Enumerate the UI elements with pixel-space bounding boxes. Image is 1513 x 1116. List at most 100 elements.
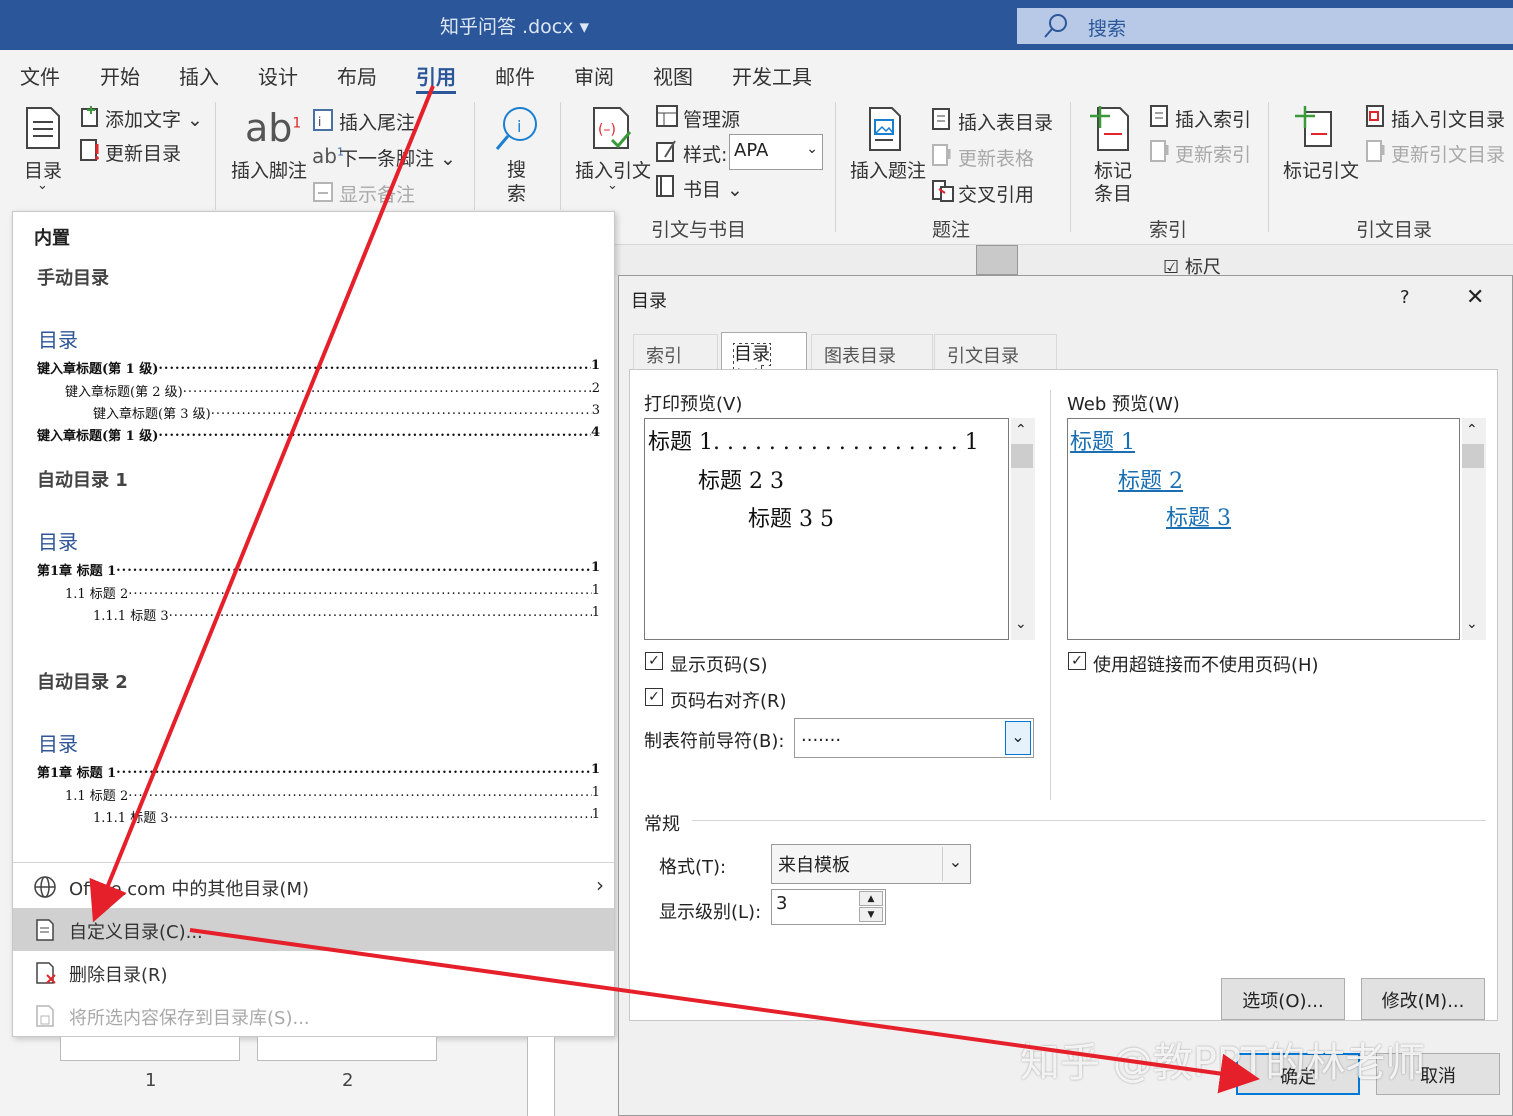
web-preview-scrollbar[interactable]: ⌃ ⌄	[1462, 418, 1486, 640]
tab-table-of-figures[interactable]: 图表目录(F)	[811, 334, 933, 389]
web-preview-link[interactable]: 标题 2	[1118, 463, 1183, 495]
spinner-up-icon[interactable]: ▲	[859, 891, 883, 906]
insert-citation-chevron-icon[interactable]: ⌄	[607, 178, 618, 193]
remove-toc-menu-item[interactable]: 删除目录(R)	[13, 951, 614, 994]
group-captions-label: 题注	[932, 219, 971, 241]
auto-toc-1-line: 第1章 标题 1................................…	[37, 560, 600, 579]
web-preview-link[interactable]: 标题 1	[1070, 424, 1135, 456]
update-authorities-icon	[1366, 140, 1385, 162]
more-toc-office-menu-item[interactable]: Office.com 中的其他目录(M) ›	[13, 865, 614, 908]
tab-index[interactable]: 索引(X)	[633, 334, 718, 389]
search-button-line2[interactable]: 索	[507, 179, 526, 206]
auto-toc-2-line: 第1章 标题 1................................…	[37, 762, 600, 781]
document-title[interactable]: 知乎问答 .docx ▾	[440, 12, 589, 39]
use-hyperlinks-label: 使用超链接而不使用页码(H)	[1093, 655, 1319, 676]
chevron-right-icon: ›	[596, 873, 604, 897]
print-preview-scrollbar[interactable]: ⌃ ⌄	[1011, 418, 1035, 640]
tab-insert[interactable]: 插入	[179, 61, 219, 90]
save-to-gallery-menu-item[interactable]: 将所选内容保存到目录库(S)...	[13, 994, 614, 1037]
spinner-down-icon[interactable]: ▼	[859, 907, 883, 922]
manual-toc-line: 键入章标题(第 1 级)............................…	[37, 358, 600, 377]
manage-sources-button[interactable]: 管理源	[683, 105, 740, 132]
options-button[interactable]: 选项(O)...	[1221, 978, 1345, 1020]
manual-toc-line: 键入章标题(第 1 级)............................…	[37, 425, 600, 444]
insert-caption-button[interactable]: 插入题注	[850, 156, 926, 183]
page-thumbnail[interactable]	[60, 1037, 240, 1061]
smart-lookup-icon: i	[495, 107, 537, 150]
mark-entry-button-line2[interactable]: 条目	[1094, 179, 1132, 206]
dialog-close-button[interactable]: ✕	[1466, 285, 1484, 310]
tab-leader-select[interactable]: ....... ⌄	[794, 718, 1034, 758]
style-select[interactable]: APA ⌄	[729, 134, 823, 170]
footnote-icon: ab1	[245, 106, 302, 150]
update-table-icon	[932, 144, 951, 166]
update-table-of-authorities-button[interactable]: 更新引文目录	[1391, 140, 1505, 167]
levels-spinner[interactable]: 3 ▲ ▼	[771, 889, 886, 925]
manual-toc-title: 手动目录	[37, 268, 109, 289]
show-page-numbers-checkbox[interactable]: ✓	[645, 652, 663, 670]
insert-endnote-button[interactable]: 插入尾注	[339, 108, 415, 135]
insert-footnote-button[interactable]: 插入脚注	[231, 156, 307, 183]
tab-layout[interactable]: 布局	[337, 61, 377, 90]
tab-view[interactable]: 视图	[653, 61, 693, 90]
remove-document-icon	[36, 962, 56, 984]
group-citations-label: 引文与书目	[651, 219, 747, 241]
cross-reference-button[interactable]: 交叉引用	[958, 180, 1034, 207]
search-icon	[1044, 14, 1067, 38]
group-index-label: 索引	[1149, 219, 1188, 241]
web-preview-link[interactable]: 标题 3	[1166, 500, 1231, 532]
print-preview-line: 标题 3 5	[748, 507, 834, 532]
chevron-down-icon: ⌄	[1005, 721, 1031, 755]
insert-citation-icon: (–)	[593, 107, 632, 149]
tab-review[interactable]: 审阅	[574, 61, 614, 90]
mark-citation-button[interactable]: 标记引文	[1283, 156, 1359, 183]
right-align-checkbox[interactable]: ✓	[645, 688, 663, 706]
insert-table-of-authorities-button[interactable]: 插入引文目录	[1391, 105, 1505, 132]
tab-file[interactable]: 文件	[20, 61, 60, 90]
vertical-ruler	[527, 1037, 555, 1116]
update-index-button[interactable]: 更新索引	[1175, 140, 1251, 167]
dialog-help-button[interactable]: ?	[1400, 287, 1410, 308]
auto-toc-1-title: 自动目录 1	[37, 470, 128, 491]
watermark: 知乎 @教PPT的林老师	[1020, 1040, 1426, 1086]
insert-index-button[interactable]: 插入索引	[1175, 105, 1251, 132]
add-text-button[interactable]: 添加文字 ⌄	[105, 105, 203, 132]
cross-reference-icon	[932, 180, 954, 202]
tab-mailings[interactable]: 邮件	[495, 61, 535, 90]
tab-table-of-authorities[interactable]: 引文目录(A)	[934, 334, 1057, 389]
thumbnail-number: 1	[145, 1070, 157, 1091]
bibliography-icon	[656, 175, 674, 197]
tab-toc[interactable]: 目录(C)	[721, 332, 807, 388]
bibliography-button[interactable]: 书目 ⌄	[683, 175, 743, 202]
table-of-authorities-icon	[1366, 105, 1384, 127]
update-toc-button[interactable]: 更新目录	[105, 139, 181, 166]
tab-references[interactable]: 引用	[416, 61, 456, 94]
dialog-title: 目录	[631, 291, 667, 312]
show-notes-icon	[313, 182, 333, 202]
next-footnote-button[interactable]: 下一条脚注 ⌄	[339, 144, 456, 171]
toc-dropdown-chevron-icon[interactable]: ⌄	[37, 178, 48, 193]
tab-design[interactable]: 设计	[258, 61, 298, 90]
format-select[interactable]: 来自模板 ⌄	[771, 844, 971, 884]
tab-home[interactable]: 开始	[100, 61, 140, 90]
insert-caption-icon	[869, 107, 901, 151]
update-table-button[interactable]: 更新表格	[958, 144, 1034, 171]
toolbar-toggle-pressed[interactable]	[976, 245, 1018, 275]
show-notes-button[interactable]: 显示备注	[339, 180, 415, 207]
insert-table-of-figures-button[interactable]: 插入表目录	[958, 108, 1053, 135]
group-authorities-label: 引文目录	[1356, 219, 1433, 241]
custom-toc-menu-item[interactable]: 自定义目录(C)...	[13, 908, 614, 951]
chevron-down-icon: ⌄	[942, 847, 968, 881]
ribbon-separator	[474, 102, 475, 210]
web-preview-label: Web 预览(W)	[1067, 394, 1180, 415]
use-hyperlinks-checkbox[interactable]: ✓	[1068, 652, 1086, 670]
mark-entry-icon	[1090, 106, 1129, 151]
page-thumbnail[interactable]	[257, 1037, 437, 1061]
update-index-icon	[1150, 140, 1169, 162]
print-preview-line: 标题 1. . . . . . . . . . . . . . . . . . …	[648, 430, 979, 455]
ribbon-separator	[215, 102, 216, 210]
modify-button[interactable]: 修改(M)...	[1361, 978, 1485, 1020]
tab-developer[interactable]: 开发工具	[732, 61, 812, 90]
endnote-icon: i	[313, 109, 333, 131]
search-button-line1[interactable]: 搜	[507, 155, 526, 182]
